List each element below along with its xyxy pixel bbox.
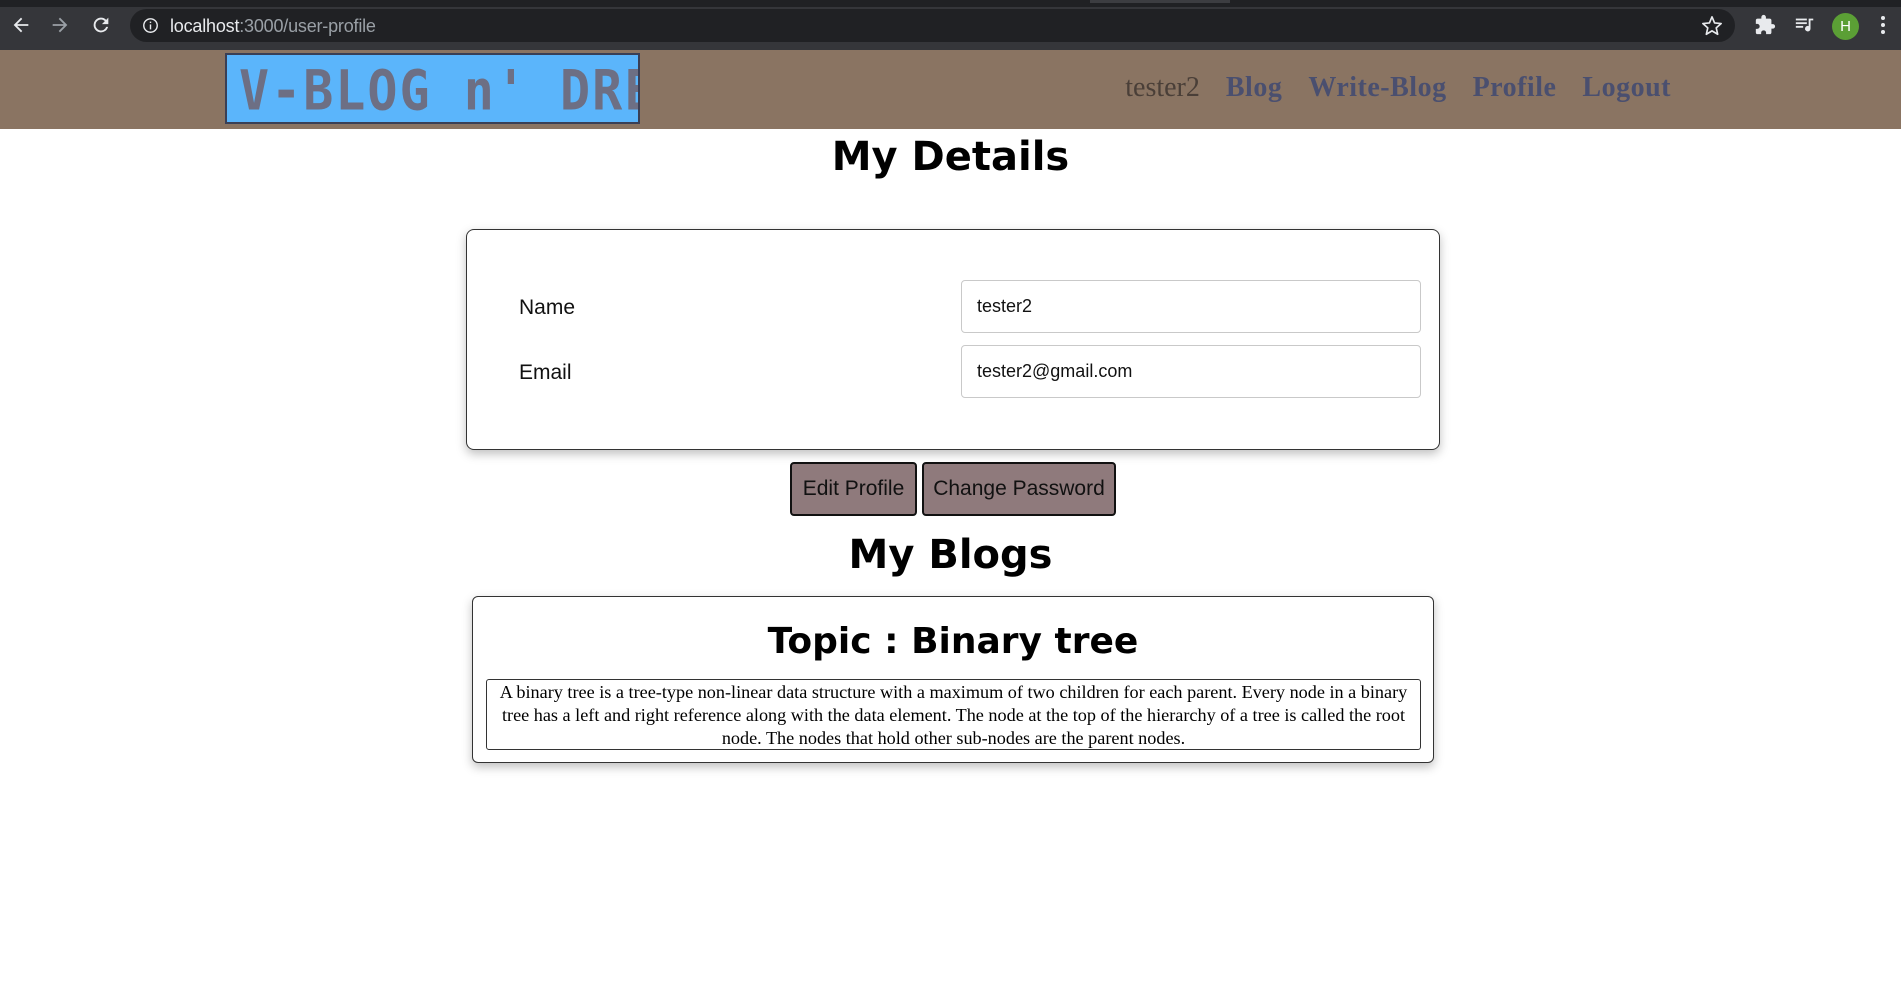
forward-button[interactable] bbox=[45, 10, 75, 40]
tab-strip bbox=[0, 0, 1901, 7]
reload-icon bbox=[93, 17, 109, 33]
site-logo[interactable]: V-BLOG n' DREAM bbox=[225, 53, 640, 124]
details-card: Name Email bbox=[466, 229, 1440, 450]
info-icon[interactable] bbox=[142, 17, 159, 34]
email-field[interactable] bbox=[961, 345, 1421, 398]
blog-body: A binary tree is a tree-type non-linear … bbox=[486, 679, 1421, 750]
nav-links: tester2 Blog Write-Blog Profile Logout bbox=[1125, 72, 1671, 104]
my-blogs-heading: My Blogs bbox=[848, 532, 1053, 578]
reload-button[interactable] bbox=[86, 10, 116, 40]
extensions-button[interactable] bbox=[1752, 12, 1778, 38]
arrow-right-icon bbox=[52, 17, 68, 33]
nav-link-write-blog[interactable]: Write-Blog bbox=[1308, 72, 1446, 104]
logo-text: V-BLOG n' DREAM bbox=[239, 59, 638, 123]
email-label: Email bbox=[519, 361, 572, 384]
site-navbar: V-BLOG n' DREAM tester2 Blog Write-Blog … bbox=[0, 50, 1901, 129]
browser-toolbar: localhost:3000/user-profile H bbox=[0, 0, 1901, 50]
nav-username: tester2 bbox=[1125, 72, 1200, 103]
bookmark-star-icon[interactable] bbox=[1701, 15, 1723, 37]
blog-card[interactable]: Topic : Binary tree A binary tree is a t… bbox=[472, 596, 1434, 763]
browser-menu-button[interactable] bbox=[1873, 12, 1893, 38]
back-button[interactable] bbox=[6, 10, 36, 40]
name-label: Name bbox=[519, 296, 576, 319]
change-password-button[interactable]: Change Password bbox=[922, 462, 1116, 516]
arrow-left-icon bbox=[13, 17, 29, 33]
playlist-icon bbox=[1795, 18, 1814, 32]
address-bar[interactable]: localhost:3000/user-profile bbox=[130, 9, 1735, 42]
nav-link-blog[interactable]: Blog bbox=[1226, 72, 1282, 104]
nav-link-profile[interactable]: Profile bbox=[1473, 72, 1557, 104]
media-control-button[interactable] bbox=[1792, 12, 1818, 38]
my-details-heading: My Details bbox=[831, 134, 1070, 180]
more-vert-icon bbox=[1881, 16, 1885, 34]
puzzle-icon bbox=[1755, 14, 1776, 35]
profile-avatar[interactable]: H bbox=[1832, 13, 1859, 40]
url-host: localhost bbox=[170, 16, 240, 36]
name-field[interactable] bbox=[961, 280, 1421, 333]
url-path: :3000/user-profile bbox=[239, 16, 376, 36]
url-text[interactable]: localhost:3000/user-profile bbox=[170, 16, 376, 37]
nav-link-logout[interactable]: Logout bbox=[1582, 72, 1671, 104]
edit-profile-button[interactable]: Edit Profile bbox=[790, 462, 917, 516]
blog-topic: Topic : Binary tree bbox=[767, 621, 1139, 662]
tab-strip-hint bbox=[1090, 0, 1230, 3]
